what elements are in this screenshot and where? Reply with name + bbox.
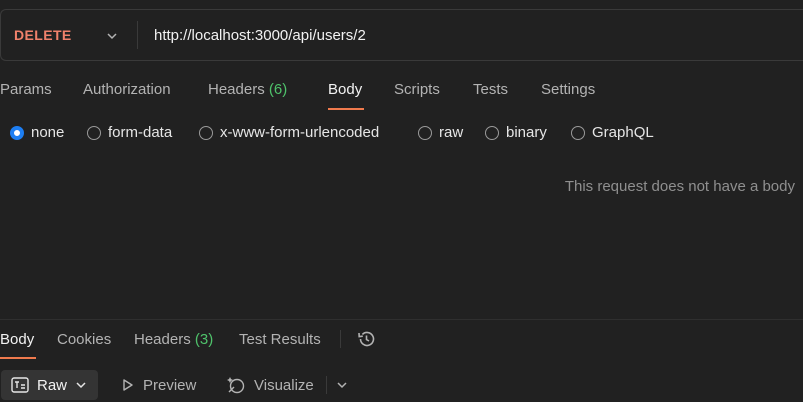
radio-label: GraphQL: [592, 124, 654, 141]
url-bar: DELETE http://localhost:3000/api/users/2: [0, 9, 803, 61]
resp-tab-test-results[interactable]: Test Results: [239, 331, 321, 348]
tab-authorization[interactable]: Authorization: [83, 81, 171, 98]
raw-format-button[interactable]: Raw: [1, 370, 98, 400]
preview-button[interactable]: Preview: [121, 370, 196, 400]
tab-label: Authorization: [83, 81, 171, 98]
empty-body-message: This request does not have a body: [564, 178, 795, 195]
tab-settings[interactable]: Settings: [541, 81, 595, 98]
radio-unselected-icon: [485, 125, 499, 140]
radio-form-data[interactable]: form-data: [87, 124, 172, 141]
radio-selected-icon: [10, 125, 24, 140]
visualize-label: Visualize: [254, 376, 314, 394]
radio-raw[interactable]: raw: [418, 124, 463, 141]
radio-unselected-icon: [199, 125, 213, 140]
tab-label: Settings: [541, 81, 596, 98]
play-icon: [123, 379, 133, 391]
resp-tab-cookies[interactable]: Cookies: [57, 331, 111, 348]
tab-label: Headers: [208, 81, 265, 98]
chevron-down-icon[interactable]: [336, 379, 348, 391]
raw-format-icon: [11, 377, 29, 393]
radio-label: form-data: [108, 124, 173, 141]
tab-label: Cookies: [57, 331, 112, 348]
body-type-options: none form-data x-www-form-urlencoded raw…: [0, 124, 803, 148]
tab-label: Test Results: [239, 331, 321, 348]
radio-unselected-icon: [571, 125, 585, 140]
radio-label: none: [31, 124, 65, 141]
method-label: DELETE: [14, 27, 72, 43]
resp-tab-headers[interactable]: Headers (3): [134, 331, 213, 348]
visualize-button[interactable]: Visualize: [226, 370, 314, 400]
url-input[interactable]: http://localhost:3000/api/users/2: [138, 27, 366, 44]
response-divider: [0, 319, 803, 320]
radio-none[interactable]: none: [10, 124, 64, 141]
tab-count: (3): [194, 331, 214, 348]
toolbar-separator: [326, 376, 327, 394]
radio-binary[interactable]: binary: [485, 124, 547, 141]
method-select[interactable]: DELETE: [1, 10, 137, 60]
radio-label: raw: [439, 124, 464, 141]
tab-scripts[interactable]: Scripts: [394, 81, 440, 98]
tab-tests[interactable]: Tests: [473, 81, 508, 98]
radio-graphql[interactable]: GraphQL: [571, 124, 654, 141]
radio-unselected-icon: [418, 125, 432, 140]
resp-tab-body[interactable]: Body: [0, 331, 34, 348]
tab-label: Params: [0, 81, 52, 98]
tab-label: Headers: [134, 331, 191, 348]
tab-headers[interactable]: Headers (6): [208, 81, 287, 98]
radio-label: binary: [506, 124, 547, 141]
tab-params[interactable]: Params: [0, 81, 52, 98]
radio-x-www-form-urlencoded[interactable]: x-www-form-urlencoded: [199, 124, 379, 141]
tabs-separator: [340, 330, 341, 348]
chevron-down-icon: [107, 33, 117, 40]
tab-label: Body: [328, 81, 363, 98]
visualize-icon: [227, 377, 245, 394]
radio-label: x-www-form-urlencoded: [220, 124, 380, 141]
preview-label: Preview: [143, 376, 197, 394]
radio-unselected-icon: [87, 125, 101, 140]
response-tabs: Body Cookies Headers (3) Test Results: [0, 329, 803, 359]
tab-label: Tests: [473, 81, 509, 98]
response-toolbar: Raw Preview Visualize: [0, 370, 803, 400]
active-tab-underline: [328, 108, 364, 110]
active-resp-tab-underline: [0, 357, 36, 359]
tab-label: Body: [0, 331, 35, 348]
history-icon[interactable]: [356, 329, 376, 349]
raw-label: Raw: [37, 376, 68, 394]
tab-label: Scripts: [394, 81, 440, 98]
tab-body[interactable]: Body: [328, 81, 362, 98]
tab-count: (6): [268, 81, 288, 98]
chevron-down-icon: [76, 382, 86, 389]
